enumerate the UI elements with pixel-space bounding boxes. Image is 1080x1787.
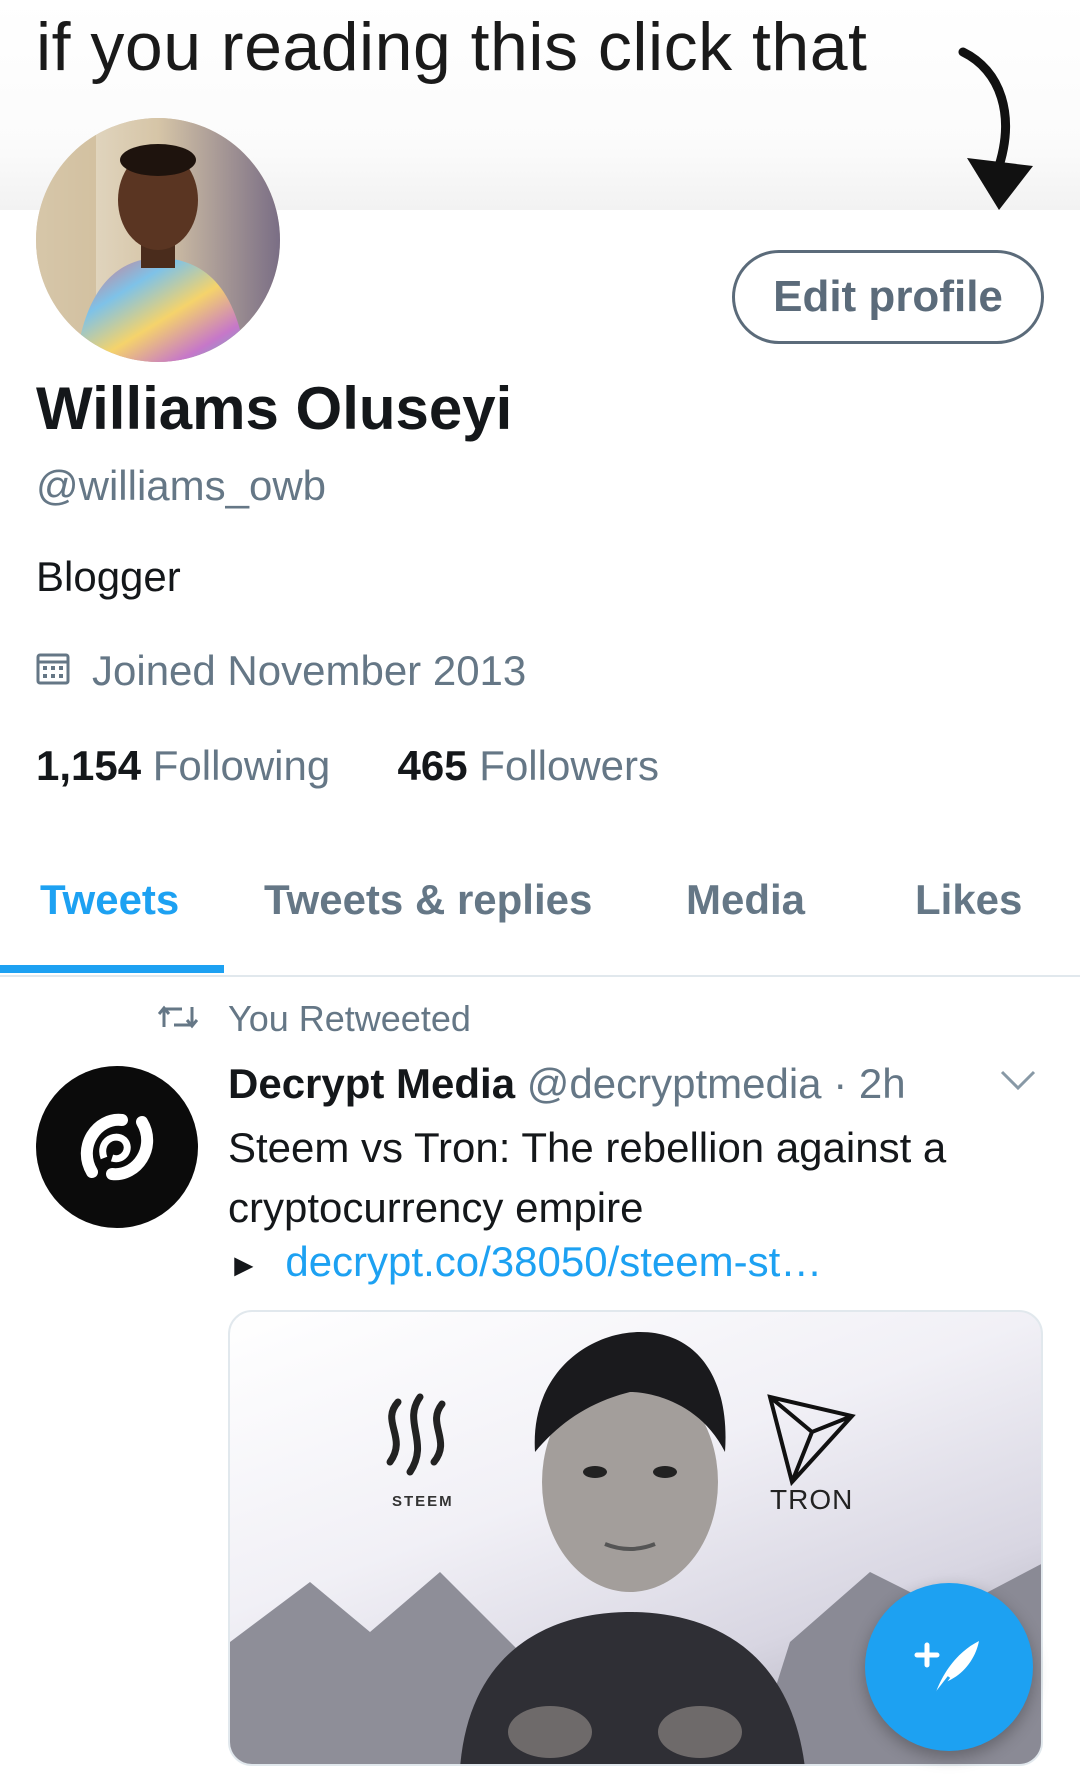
steem-logo-label: STEEM xyxy=(392,1493,454,1510)
join-date-text: Joined November 2013 xyxy=(92,647,527,694)
tweet-separator: · xyxy=(833,1060,848,1107)
profile-avatar[interactable] xyxy=(36,118,280,362)
join-date: Joined November 2013 xyxy=(36,647,526,695)
retweet-context: You Retweeted xyxy=(157,998,471,1040)
tweet-author-avatar[interactable] xyxy=(36,1066,198,1228)
tab-media[interactable]: Media xyxy=(686,876,805,924)
profile-bio: Blogger xyxy=(36,553,181,600)
active-tab-indicator xyxy=(0,965,224,973)
link-arrow: ► xyxy=(228,1247,260,1283)
chevron-down-icon[interactable] xyxy=(998,1068,1038,1097)
edit-profile-button[interactable]: Edit profile xyxy=(732,250,1044,344)
tweet-text: Steem vs Tron: The rebellion against a c… xyxy=(228,1124,947,1231)
profile-handle: @williams_owb xyxy=(36,462,327,509)
followers-label: Followers xyxy=(479,742,660,789)
meme-caption: if you reading this click that xyxy=(36,9,868,85)
following-count: 1,154 xyxy=(36,742,142,789)
tab-tweets-replies[interactable]: Tweets & replies xyxy=(264,876,592,924)
compose-tweet-button[interactable] xyxy=(865,1583,1033,1751)
profile-name: Williams Oluseyi xyxy=(36,375,513,442)
compose-tweet-icon xyxy=(909,1625,989,1710)
followers-link[interactable]: 465 Followers xyxy=(398,742,659,789)
calendar-icon xyxy=(36,647,70,695)
tweet-author-handle[interactable]: @decryptmedia xyxy=(527,1060,822,1107)
tweet-link[interactable]: decrypt.co/38050/steem-st… xyxy=(285,1238,822,1285)
curved-arrow-icon xyxy=(945,40,1045,215)
tweet-header: Decrypt Media @decryptmedia · 2h xyxy=(228,1060,906,1108)
tab-tweets[interactable]: Tweets xyxy=(40,876,179,924)
followers-count: 465 xyxy=(397,742,468,789)
profile-tabs: Tweets Tweets & replies Media Likes xyxy=(0,860,1080,977)
tweet-time: 2h xyxy=(858,1060,906,1107)
retweet-label: You Retweeted xyxy=(228,998,471,1039)
follow-stats: 1,154 Following 465 Followers xyxy=(36,742,659,790)
tab-likes[interactable]: Likes xyxy=(915,876,1022,924)
following-link[interactable]: 1,154 Following xyxy=(36,742,342,789)
tron-logo-label: TRON xyxy=(770,1484,854,1515)
tweet-link-row: ► decrypt.co/38050/steem-st… xyxy=(228,1238,822,1286)
following-label: Following xyxy=(152,742,331,789)
retweet-icon xyxy=(157,998,199,1040)
tweet-author-name[interactable]: Decrypt Media xyxy=(228,1060,515,1107)
